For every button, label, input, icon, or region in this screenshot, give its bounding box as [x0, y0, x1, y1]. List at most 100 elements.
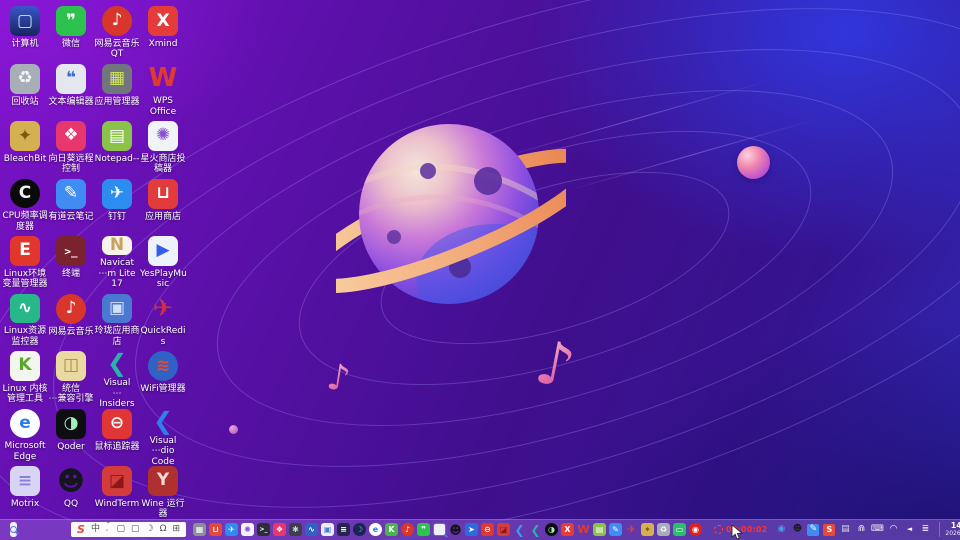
note-tray-icon[interactable]: ✎: [807, 524, 819, 536]
app-icon-label: Qoder: [57, 442, 85, 453]
bleachbit[interactable]: ✦ BleachBit: [2, 117, 48, 175]
terminal[interactable]: >_ 终端: [48, 232, 94, 290]
qq-tray-icon[interactable]: ☻: [791, 524, 803, 536]
bleachbit[interactable]: ✦: [641, 523, 654, 536]
youdao-note[interactable]: ✎: [609, 523, 622, 536]
app-icon: ✈: [102, 179, 132, 209]
yesplaymusic[interactable]: ▶ YesPlayMu sic: [140, 232, 186, 290]
simplified-icon[interactable]: ▢: [131, 525, 140, 534]
keyboard-tray-icon[interactable]: ⌨: [871, 524, 883, 536]
screen-recording-indicator[interactable]: 00:00:02: [714, 525, 767, 534]
xmind[interactable]: X: [561, 523, 574, 536]
quickredis[interactable]: ✈: [625, 523, 638, 536]
terminal[interactable]: >_: [257, 523, 270, 536]
cursor-app[interactable]: ➤: [465, 523, 478, 536]
power-icon[interactable]: ≣: [919, 524, 931, 536]
mouse-tracker[interactable]: ⊖ 鼠标追踪器: [94, 405, 140, 463]
mouse-tracker[interactable]: ⊖: [481, 523, 494, 536]
quickredis[interactable]: ✈ QuickRedi s: [140, 290, 186, 348]
cpu-frequency-scheduler[interactable]: ✱: [289, 523, 302, 536]
app-icon: C: [10, 179, 40, 209]
app-manager[interactable]: ▦: [193, 523, 206, 536]
disk-tray-icon[interactable]: ▤: [839, 524, 851, 536]
linglong-app-store[interactable]: ▣ 玲珑应用商 店: [94, 290, 140, 348]
vscode[interactable]: ❮ Visual ⋯dio Code: [140, 405, 186, 463]
volume-icon[interactable]: ◄: [903, 524, 915, 536]
motrix[interactable]: ≡ Motrix: [2, 462, 48, 520]
notepad-minus[interactable]: ▤ Notepad--: [94, 117, 140, 175]
dingtalk[interactable]: ✈: [225, 523, 238, 536]
night-mode-icon[interactable]: ☽: [145, 525, 153, 534]
qq[interactable]: ☻ QQ: [48, 462, 94, 520]
dingtalk[interactable]: ✈ 钉钉: [94, 175, 140, 233]
windterm[interactable]: ◪ WindTerm: [94, 462, 140, 520]
wechat[interactable]: ❞ 微信: [48, 2, 94, 60]
app-icon: ◪: [102, 466, 132, 496]
microsoft-edge[interactable]: e Microsoft Edge: [2, 405, 48, 463]
uos-compat-engine[interactable]: ◫ 统信 ⋯兼容引擎: [48, 347, 94, 405]
network-tray-icon[interactable]: ◉: [775, 524, 787, 536]
vscode[interactable]: ❮: [513, 523, 526, 536]
app-icon: ❖: [56, 121, 86, 151]
recycle-bin[interactable]: ♻: [657, 523, 670, 536]
youdao-note[interactable]: ✎ 有道云笔记: [48, 175, 94, 233]
search-button[interactable]: [10, 522, 17, 537]
linux-resource-monitor[interactable]: ∿ Linux资源 监控器: [2, 290, 48, 348]
app-icon-label: 微信: [62, 39, 80, 50]
symbols-icon[interactable]: Ω: [160, 525, 167, 534]
linux-env-manager[interactable]: E Linux环境 变量管理器: [2, 232, 48, 290]
qoder[interactable]: ◑ Qoder: [48, 405, 94, 463]
qq[interactable]: ☻: [449, 523, 462, 536]
linux-kernel-tool[interactable]: K Linux 内核 管理工具: [2, 347, 48, 405]
sogou-logo-icon[interactable]: S: [77, 524, 85, 535]
spark-store-submitter[interactable]: ✺ 星火商店投 稿器: [140, 117, 186, 175]
cpu-frequency-scheduler[interactable]: C CPU频率调 度器: [2, 175, 48, 233]
yesplaymusic[interactable]: ☽: [353, 523, 366, 536]
navicat-lite[interactable]: N Navicat ⋯m Lite 17: [94, 232, 140, 290]
xmind[interactable]: X Xmind: [140, 2, 186, 60]
keyboard-layout-icon[interactable]: ⊞: [172, 525, 180, 534]
app-store[interactable]: ⊔: [209, 523, 222, 536]
netease-music-qt[interactable]: ♪ 网易云音乐 QT: [94, 2, 140, 60]
windterm[interactable]: ◪: [497, 523, 510, 536]
linux-kernel-tool[interactable]: K: [385, 523, 398, 536]
cn-en-mode[interactable]: 中: [91, 525, 100, 534]
wechat[interactable]: ❞: [417, 523, 430, 536]
wps-office[interactable]: W: [577, 523, 590, 536]
wallet[interactable]: ▭: [673, 523, 686, 536]
punctuation-mode[interactable]: °′: [106, 521, 111, 539]
app-icon: ✎: [56, 179, 86, 209]
text-editor[interactable]: ❝ 文本编辑器: [48, 60, 94, 118]
spark-store-submitter[interactable]: ✺: [241, 523, 254, 536]
linux-resource-monitor[interactable]: ∿: [305, 523, 318, 536]
app-manager[interactable]: ▦ 应用管理器: [94, 60, 140, 118]
sogou-tray-icon[interactable]: S: [823, 524, 835, 536]
app-icon-label: WindTerm: [95, 499, 139, 510]
qoder[interactable]: ◑: [545, 523, 558, 536]
app-icon: W: [148, 64, 178, 94]
netease-music[interactable]: ♪ 网易云音乐: [48, 290, 94, 348]
app-icon-label: QuickRedi s: [140, 326, 185, 347]
screen-recorder[interactable]: ◉: [689, 523, 702, 536]
app-store[interactable]: ⊔ 应用商店: [140, 175, 186, 233]
motrix[interactable]: ≡: [337, 523, 350, 536]
wifi-manager[interactable]: ≋ WiFi管理器: [140, 347, 186, 405]
screenshot-tool[interactable]: [433, 523, 446, 536]
notification-bell-icon[interactable]: ⋒: [855, 524, 867, 536]
vscode-insiders[interactable]: ❮ Visual ⋯ Insiders: [94, 347, 140, 405]
app-icon: X: [148, 6, 178, 36]
sunflower-remote[interactable]: ❖ 向日葵远程 控制: [48, 117, 94, 175]
wine-runner[interactable]: Y Wine 运行 器: [140, 462, 186, 520]
microsoft-edge[interactable]: e: [369, 523, 382, 536]
sunflower-remote[interactable]: ❖: [273, 523, 286, 536]
vscode-insiders[interactable]: ❮: [529, 523, 542, 536]
notepad-minus[interactable]: ▤: [593, 523, 606, 536]
wps-office[interactable]: W WPS Office: [140, 60, 186, 118]
fullwidth-icon[interactable]: ▢: [116, 525, 125, 534]
recycle-bin[interactable]: ♻ 回收站: [2, 60, 48, 118]
computer[interactable]: ▢ 计算机: [2, 2, 48, 60]
clock[interactable]: 14:33 2026/1/13: [939, 522, 960, 537]
linglong-app-store[interactable]: ▣: [321, 523, 334, 536]
netease-music[interactable]: ♪: [401, 523, 414, 536]
wifi-icon[interactable]: ◠: [887, 524, 899, 536]
